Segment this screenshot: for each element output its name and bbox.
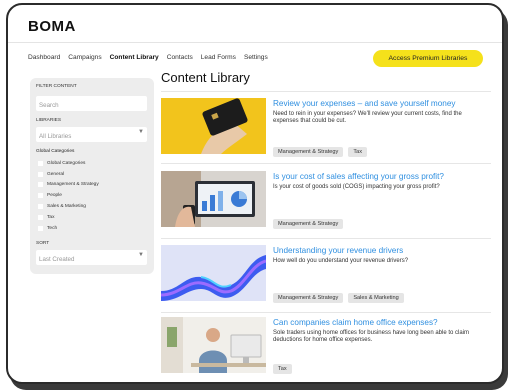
checkbox[interactable] (38, 182, 43, 188)
card-tags: Tax (273, 364, 292, 374)
category-label: Global Categories (47, 160, 86, 166)
card-description: Need to rein in your expenses? We'll rev… (273, 111, 462, 125)
tag[interactable]: Management & Strategy (273, 219, 344, 229)
content-card[interactable]: Understanding your revenue drivers How w… (161, 245, 491, 309)
tag[interactable]: Tax (348, 147, 368, 157)
checkbox[interactable] (38, 225, 43, 231)
app-logo[interactable]: BOMA (28, 18, 76, 35)
card-description: Sole traders using home offices for busi… (273, 330, 470, 344)
nav-content-library[interactable]: Content Library (110, 54, 159, 61)
nav-contacts[interactable]: Contacts (167, 54, 193, 61)
category-item[interactable]: Tax (38, 212, 99, 223)
category-item[interactable]: Management & Strategy (38, 180, 99, 191)
tag[interactable]: Management & Strategy (273, 293, 344, 303)
category-label: General (47, 171, 65, 177)
heading-divider (161, 91, 491, 92)
category-list: Global Categories General Management & S… (38, 158, 99, 234)
sort-label: SORT (36, 241, 50, 246)
card-thumbnail-laptop-analytics[interactable] (161, 171, 266, 227)
card-tags: Management & Strategy Sales & Marketing (273, 293, 404, 303)
category-item[interactable]: General (38, 169, 99, 180)
category-item[interactable]: People (38, 190, 99, 201)
category-label: Sales & Marketing (47, 204, 86, 210)
category-item[interactable]: Sales & Marketing (38, 201, 99, 212)
card-thumbnail-revenue-wave[interactable] (161, 245, 266, 301)
card-divider (161, 163, 491, 164)
libraries-label: LIBRARIES (36, 118, 62, 123)
chevron-down-icon: ▼ (138, 252, 144, 258)
checkbox[interactable] (38, 214, 43, 220)
global-categories-label: Global Categories (36, 149, 75, 154)
libraries-select[interactable]: All Libraries ▼ (36, 127, 147, 142)
nav-lead-forms[interactable]: Lead Forms (201, 54, 236, 61)
category-label: Management & Strategy (47, 182, 99, 188)
card-description: How well do you understand your revenue … (273, 258, 409, 264)
nav-settings[interactable]: Settings (244, 54, 268, 61)
page-title: Content Library (161, 70, 250, 85)
filter-content-label: FILTER CONTENT (36, 84, 77, 89)
tag[interactable]: Tax (273, 364, 292, 374)
card-title[interactable]: Review your expenses – and save yourself… (273, 99, 456, 108)
card-title[interactable]: Can companies claim home office expenses… (273, 318, 438, 327)
header-divider (8, 42, 502, 43)
checkbox[interactable] (38, 160, 43, 166)
content-card[interactable]: Can companies claim home office expenses… (161, 317, 491, 381)
chevron-down-icon: ▼ (138, 129, 144, 135)
tag[interactable]: Management & Strategy (273, 147, 344, 157)
tag[interactable]: Sales & Marketing (348, 293, 404, 303)
checkbox[interactable] (38, 204, 43, 210)
libraries-selected-value: All Libraries (39, 133, 72, 140)
category-label: Tech (47, 225, 58, 231)
search-placeholder: Search (39, 102, 59, 109)
card-tags: Management & Strategy (273, 219, 344, 229)
category-item[interactable]: Tech (38, 223, 99, 234)
card-thumbnail-credit-card[interactable] (161, 98, 266, 154)
card-description: Is your cost of goods sold (COGS) impact… (273, 184, 440, 190)
checkbox[interactable] (38, 193, 43, 199)
card-title[interactable]: Understanding your revenue drivers (273, 246, 403, 255)
card-thumbnail-home-office[interactable] (161, 317, 266, 373)
main-nav: Dashboard Campaigns Content Library Cont… (28, 54, 268, 61)
sort-select[interactable]: Last Created ▼ (36, 250, 147, 265)
card-divider (161, 312, 491, 313)
content-card[interactable]: Is your cost of sales affecting your gro… (161, 171, 491, 235)
nav-dashboard[interactable]: Dashboard (28, 54, 60, 61)
access-premium-button[interactable]: Access Premium Libraries (373, 50, 483, 67)
card-tags: Management & Strategy Tax (273, 147, 368, 157)
sort-selected-value: Last Created (39, 256, 75, 263)
nav-campaigns[interactable]: Campaigns (68, 54, 101, 61)
card-divider (161, 238, 491, 239)
card-title[interactable]: Is your cost of sales affecting your gro… (273, 172, 444, 181)
search-input[interactable]: Search (36, 96, 147, 111)
filter-sidebar: FILTER CONTENT Search LIBRARIES All Libr… (30, 78, 154, 274)
app-window: BOMA Dashboard Campaigns Content Library… (6, 3, 504, 384)
category-label: People (47, 193, 62, 199)
category-item[interactable]: Global Categories (38, 158, 99, 169)
category-label: Tax (47, 214, 55, 220)
checkbox[interactable] (38, 171, 43, 177)
content-card[interactable]: Review your expenses – and save yourself… (161, 98, 491, 162)
